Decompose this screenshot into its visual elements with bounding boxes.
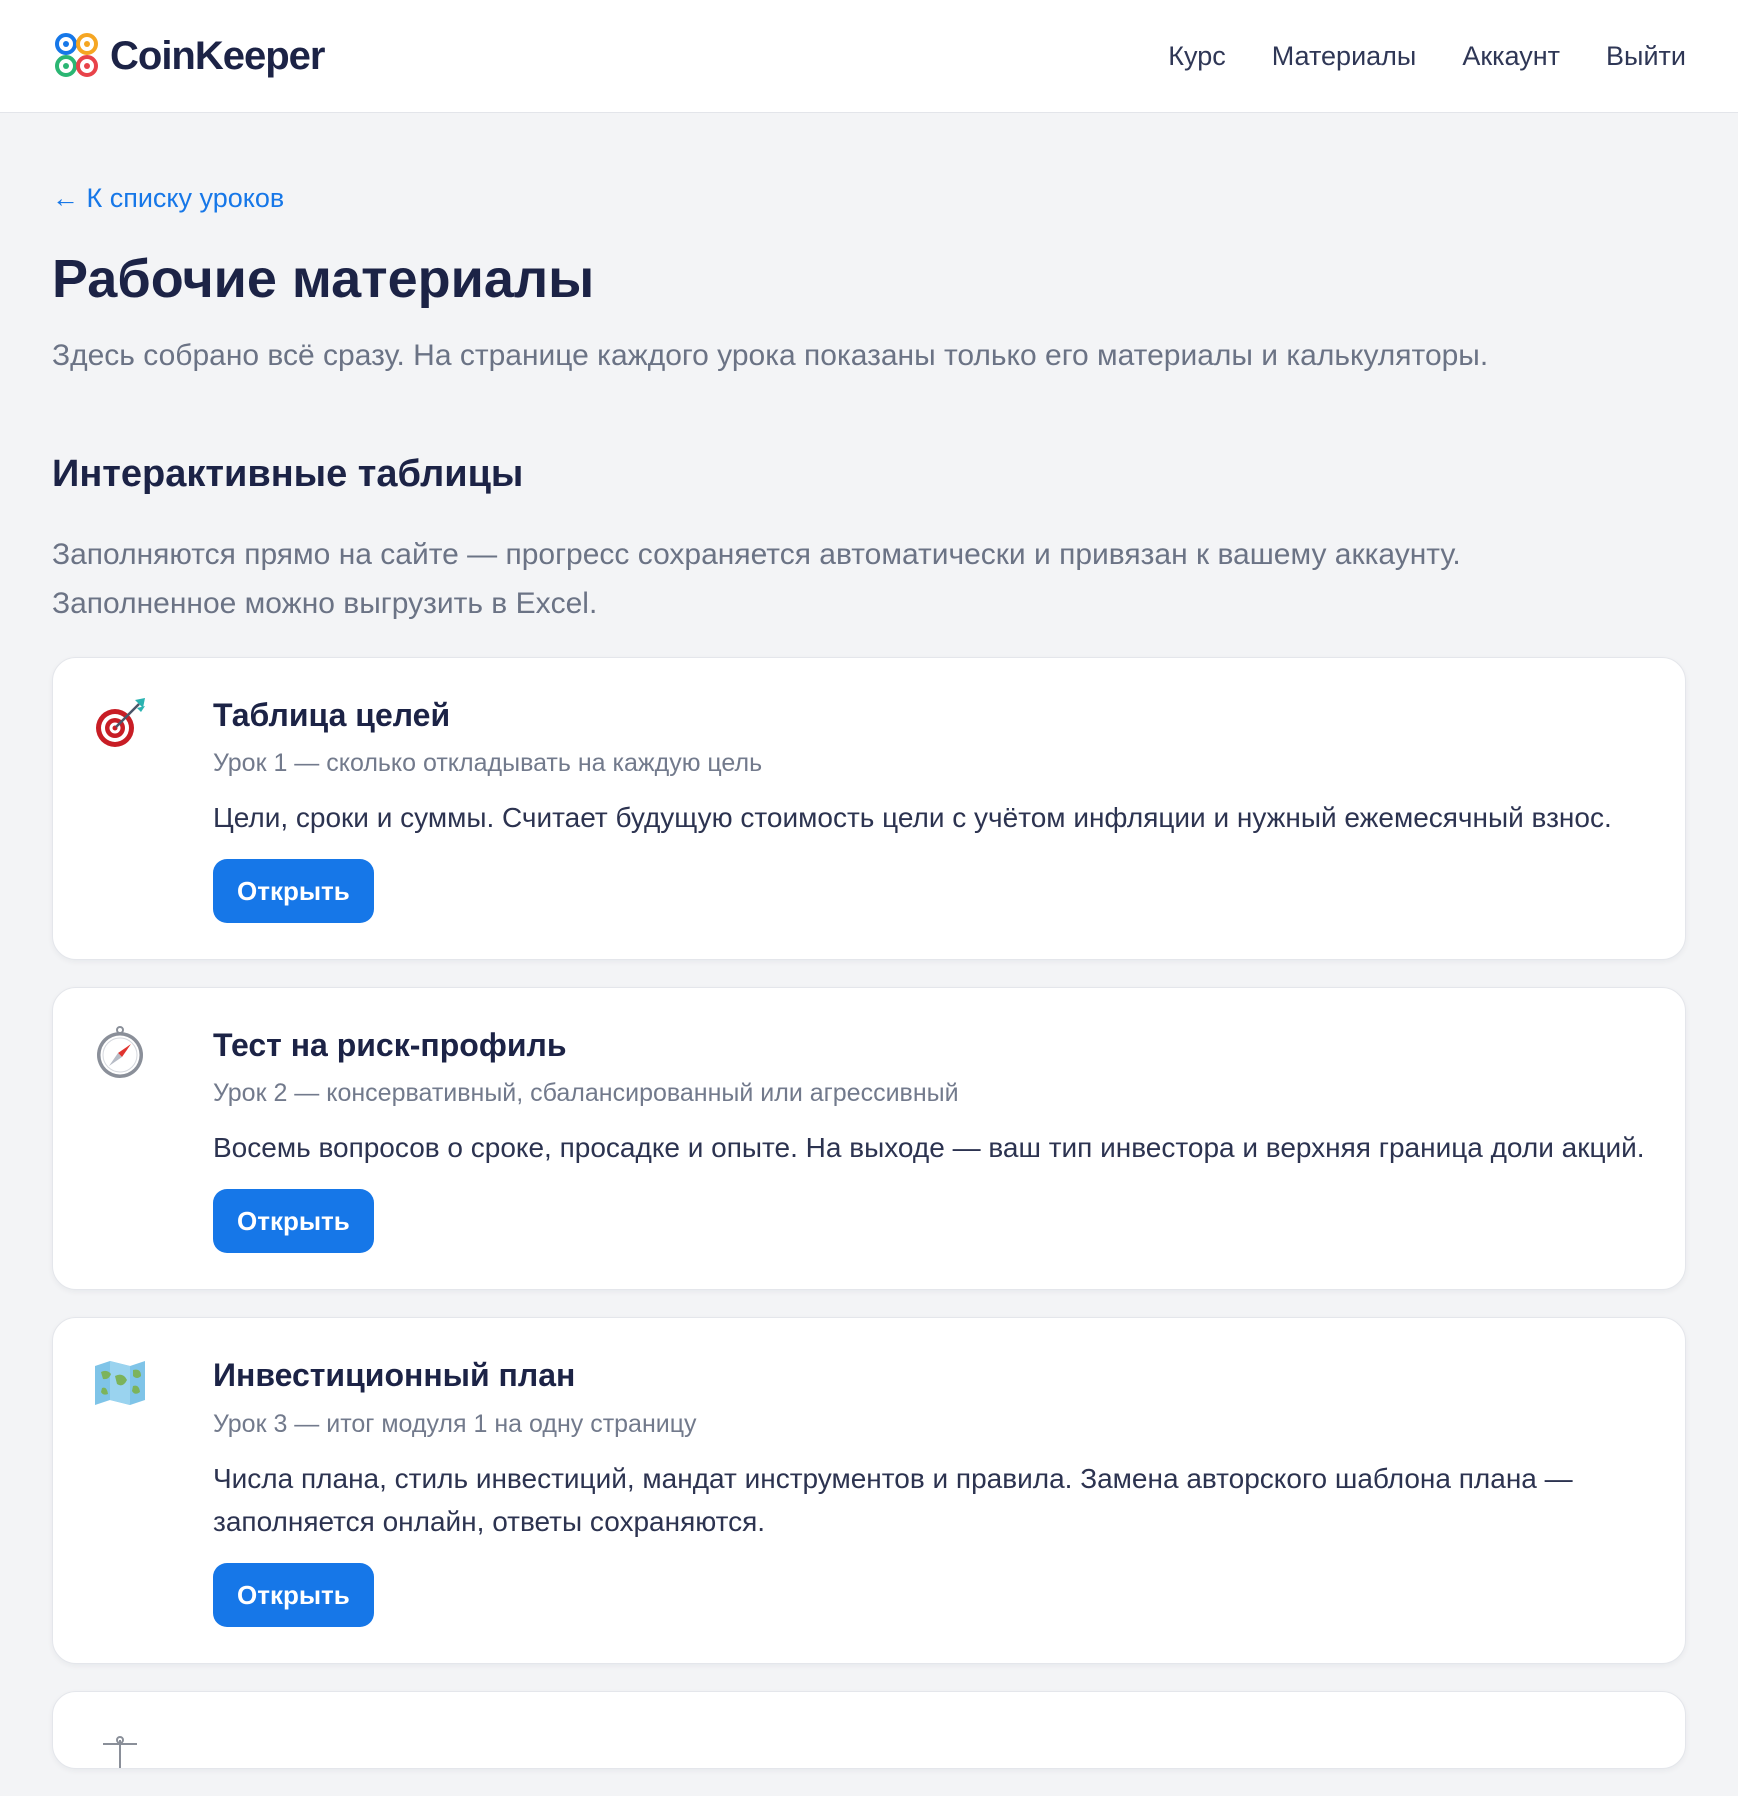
nav-course[interactable]: Курс bbox=[1168, 41, 1225, 72]
open-button[interactable]: Открыть bbox=[213, 859, 374, 924]
open-button[interactable]: Открыть bbox=[213, 1189, 374, 1254]
nav-logout[interactable]: Выйти bbox=[1606, 41, 1686, 72]
top-header: CoinKeeper Курс Материалы Аккаунт Выйти bbox=[0, 0, 1738, 113]
open-button[interactable]: Открыть bbox=[213, 1562, 374, 1627]
scales-icon bbox=[93, 1730, 147, 1768]
logo[interactable]: CoinKeeper bbox=[52, 30, 325, 82]
section-title: Интерактивные таблицы bbox=[52, 453, 524, 496]
target-icon bbox=[93, 696, 147, 750]
material-card-risk-profile: Тест на риск-профиль Урок 2 — консервати… bbox=[52, 987, 1686, 1291]
logo-icon bbox=[55, 33, 98, 77]
main-content: ← К списку уроков Рабочие материалы Здес… bbox=[0, 113, 1738, 1769]
back-to-lessons-link[interactable]: ← К списку уроков bbox=[52, 183, 284, 214]
card-title: Тест на риск-профиль bbox=[213, 1027, 567, 1064]
section-desc-line2: Заполненное можно выгрузить в Excel. bbox=[52, 587, 598, 621]
card-title: Инвестиционный план bbox=[213, 1357, 576, 1394]
map-icon bbox=[93, 1356, 147, 1410]
material-card-investment-plan: Инвестиционный план Урок 3 — итог модуля… bbox=[52, 1317, 1686, 1664]
page-title: Рабочие материалы bbox=[52, 249, 595, 309]
logo-text: CoinKeeper bbox=[110, 33, 325, 78]
nav-materials[interactable]: Материалы bbox=[1272, 41, 1417, 72]
card-description: Числа плана, стиль инвестиций, мандат ин… bbox=[213, 1462, 1573, 1537]
card-title: Таблица целей bbox=[213, 697, 451, 734]
compass-icon bbox=[93, 1026, 147, 1080]
nav-account[interactable]: Аккаунт bbox=[1462, 41, 1560, 72]
section-description: Заполняются прямо на сайте — прогресс со… bbox=[52, 530, 1686, 628]
materials-list: Таблица целей Урок 1 — сколько откладыва… bbox=[52, 657, 1686, 1769]
material-card-partial bbox=[52, 1690, 1686, 1769]
card-lesson: Урок 1 — сколько откладывать на каждую ц… bbox=[213, 749, 763, 778]
card-lesson: Урок 2 — консервативный, сбалансированны… bbox=[213, 1079, 959, 1108]
card-description: Цели, сроки и суммы. Считает будущую сто… bbox=[213, 802, 1612, 834]
card-lesson: Урок 3 — итог модуля 1 на одну страницу bbox=[213, 1409, 697, 1438]
main-nav: Курс Материалы Аккаунт Выйти bbox=[1168, 41, 1686, 72]
card-description: Восемь вопросов о сроке, просадке и опыт… bbox=[213, 1132, 1645, 1164]
material-card-goals: Таблица целей Урок 1 — сколько откладыва… bbox=[52, 657, 1686, 961]
section-desc-line1: Заполняются прямо на сайте — прогресс со… bbox=[52, 538, 1461, 572]
page-subtitle: Здесь собрано всё сразу. На странице каж… bbox=[52, 339, 1489, 373]
